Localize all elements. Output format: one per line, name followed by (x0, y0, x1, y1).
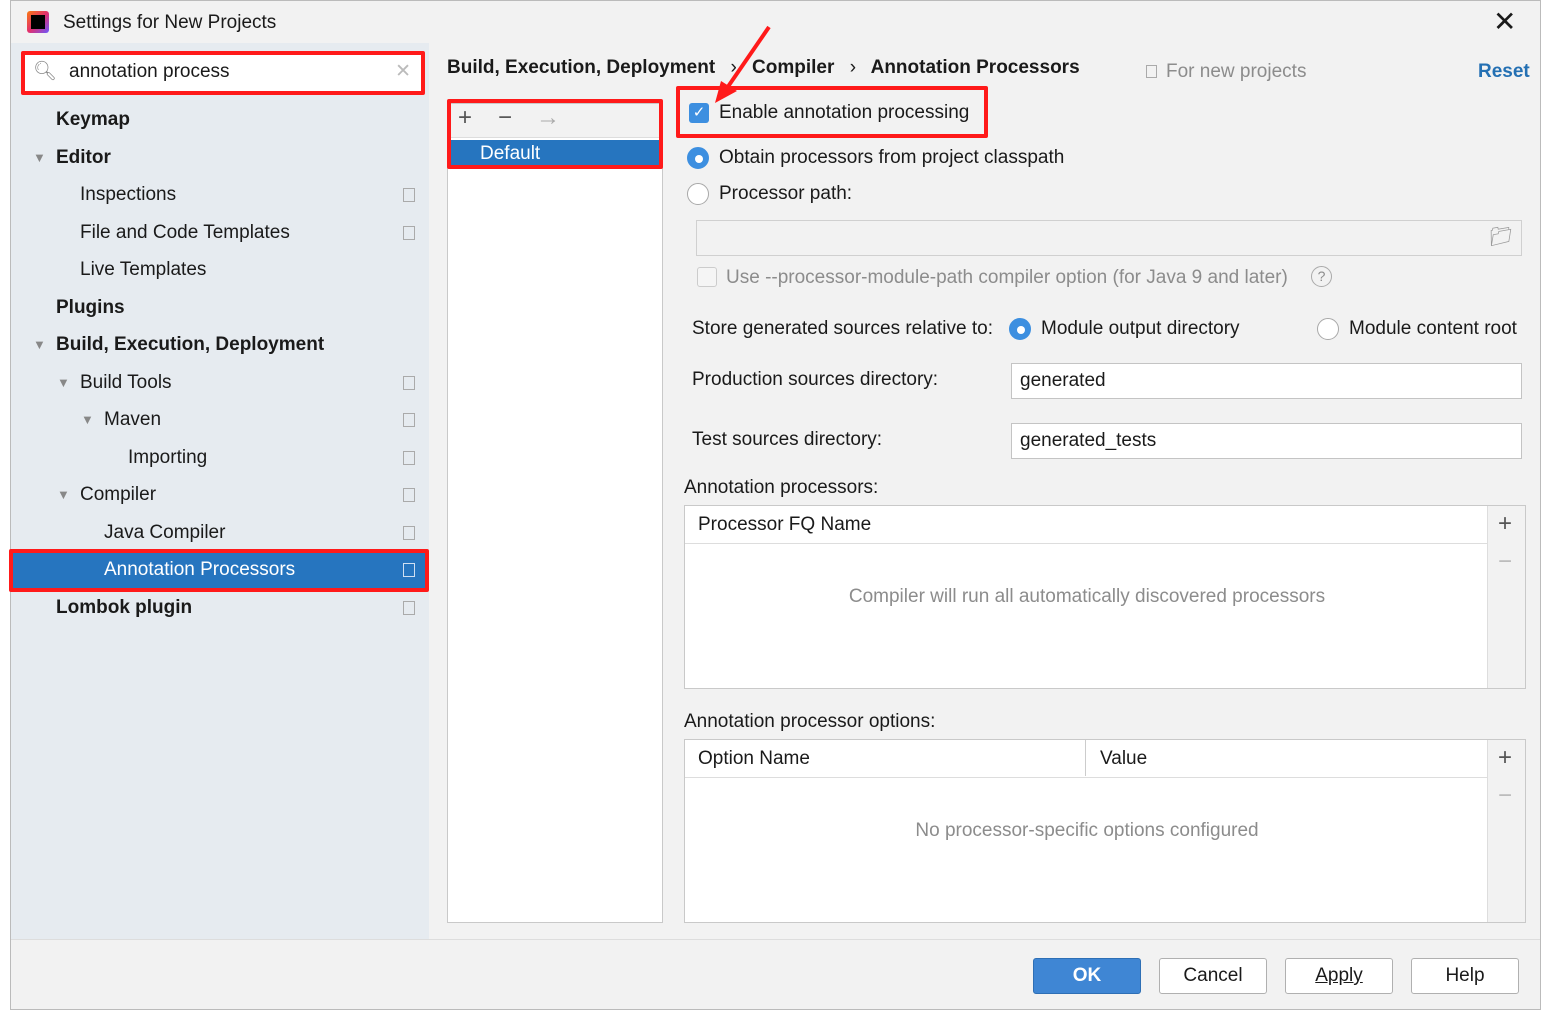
processors-label: Annotation processors: (684, 477, 879, 498)
module-content-label: Module content root (1349, 318, 1517, 339)
label: Build, Execution, Deployment (56, 334, 325, 355)
label: Inspections (80, 184, 177, 205)
project-scope-icon (403, 413, 415, 427)
close-icon[interactable]: ✕ (1493, 5, 1516, 38)
expand-icon[interactable]: ▼ (81, 402, 94, 438)
cancel-button[interactable]: Cancel (1159, 958, 1267, 994)
store-label: Store generated sources relative to: (692, 318, 994, 339)
profiles-panel: + − → Default (447, 103, 663, 923)
chevron-right-icon: › (849, 57, 857, 78)
breadcrumb-item: Annotation Processors (870, 57, 1080, 78)
project-scope-icon (403, 451, 415, 465)
label: Importing (128, 447, 208, 468)
label: Compiler (80, 484, 157, 505)
sidebar-item-importing[interactable]: Importing (11, 440, 429, 476)
options-header: Option Name Value (685, 740, 1489, 778)
sidebar-item-maven[interactable]: ▼ Maven (11, 402, 429, 438)
sidebar-item-file-templates[interactable]: File and Code Templates (11, 215, 429, 251)
sidebar-item-build-tools[interactable]: ▼ Build Tools (11, 365, 429, 401)
sidebar-item-keymap[interactable]: Keymap (11, 102, 429, 138)
expand-icon[interactable]: ▼ (57, 477, 70, 513)
options-toolbar: + − (1487, 740, 1525, 922)
reset-link[interactable]: Reset (1478, 61, 1530, 83)
obtain-label: Obtain processors from project classpath (719, 147, 1065, 168)
column-value[interactable]: Value (1100, 740, 1147, 778)
prod-label: Production sources directory: (692, 369, 939, 390)
remove-icon[interactable]: − (1498, 782, 1512, 810)
sidebar-item-compiler[interactable]: ▼ Compiler (11, 477, 429, 513)
processor-path-label: Processor path: (719, 183, 853, 204)
label: Plugins (56, 297, 125, 318)
processors-table: Processor FQ Name Compiler will run all … (684, 505, 1526, 689)
add-icon[interactable]: + (1498, 510, 1512, 538)
project-scope-icon (403, 601, 415, 615)
label: Keymap (56, 109, 130, 130)
label: Java Compiler (104, 522, 226, 543)
test-label: Test sources directory: (692, 429, 883, 450)
label: Editor (56, 147, 111, 168)
module-output-radio[interactable] (1009, 318, 1031, 340)
processor-path-input[interactable]: 📁︎ (696, 220, 1522, 256)
prod-input[interactable]: generated (1011, 363, 1522, 399)
module-path-label: Use --processor-module-path compiler opt… (726, 267, 1288, 288)
app-logo-icon (27, 11, 49, 33)
help-button[interactable]: Help (1411, 958, 1519, 994)
scope-label: For new projects (1166, 61, 1307, 82)
add-icon[interactable]: + (1498, 744, 1512, 772)
sidebar-item-build[interactable]: ▼ Build, Execution, Deployment (11, 327, 429, 363)
sidebar-item-lombok[interactable]: Lombok plugin (11, 590, 429, 626)
settings-dialog: Settings for New Projects ✕ 🔍︎ annotatio… (9, 0, 1541, 1010)
label: File and Code Templates (80, 222, 290, 243)
remove-icon[interactable]: − (1498, 548, 1512, 576)
test-input[interactable]: generated_tests (1011, 423, 1522, 459)
module-output-label: Module output directory (1041, 318, 1240, 339)
options-empty-text: No processor-specific options configured (915, 820, 1259, 841)
project-scope-icon (403, 188, 415, 202)
breadcrumb-item[interactable]: Build, Execution, Deployment (447, 57, 715, 78)
expand-icon[interactable]: ▼ (57, 365, 70, 401)
expand-icon[interactable]: ▼ (33, 140, 46, 176)
column-option-name[interactable]: Option Name (698, 740, 1086, 776)
processor-path-radio[interactable] (687, 183, 709, 205)
help-icon[interactable]: ? (1311, 266, 1332, 287)
sidebar-item-inspections[interactable]: Inspections (11, 177, 429, 213)
project-scope-icon (403, 226, 415, 240)
sidebar: 🔍︎ annotation process ✕ Keymap ▼ Editor I… (9, 43, 429, 939)
sidebar-item-plugins[interactable]: Plugins (11, 290, 429, 326)
options-label: Annotation processor options: (684, 711, 936, 732)
expand-icon[interactable]: ▼ (33, 327, 46, 363)
obtain-radio[interactable] (687, 147, 709, 169)
project-scope-icon (403, 526, 415, 540)
divider (11, 939, 1540, 940)
project-scope-icon (403, 488, 415, 502)
module-content-radio[interactable] (1317, 318, 1339, 340)
processors-toolbar: + − (1487, 506, 1525, 688)
label: Build Tools (80, 372, 172, 393)
label: Maven (104, 409, 162, 430)
ok-button[interactable]: OK (1033, 958, 1141, 994)
project-scope-icon (403, 376, 415, 390)
label: Lombok plugin (56, 597, 193, 618)
options-table: Option Name Value No processor-specific … (684, 739, 1526, 923)
processors-header[interactable]: Processor FQ Name (685, 506, 1489, 544)
apply-button[interactable]: Apply (1285, 958, 1393, 994)
sidebar-item-live-templates[interactable]: Live Templates (11, 252, 429, 288)
window-title: Settings for New Projects (63, 12, 277, 33)
folder-icon[interactable]: 📁︎ (1489, 221, 1513, 255)
sidebar-item-java-compiler[interactable]: Java Compiler (11, 515, 429, 551)
sidebar-item-editor[interactable]: ▼ Editor (11, 140, 429, 176)
label: Live Templates (80, 259, 207, 280)
scope-copy-icon (1146, 65, 1157, 78)
processors-empty-text: Compiler will run all automatically disc… (848, 586, 1326, 607)
module-path-checkbox[interactable] (697, 267, 717, 287)
